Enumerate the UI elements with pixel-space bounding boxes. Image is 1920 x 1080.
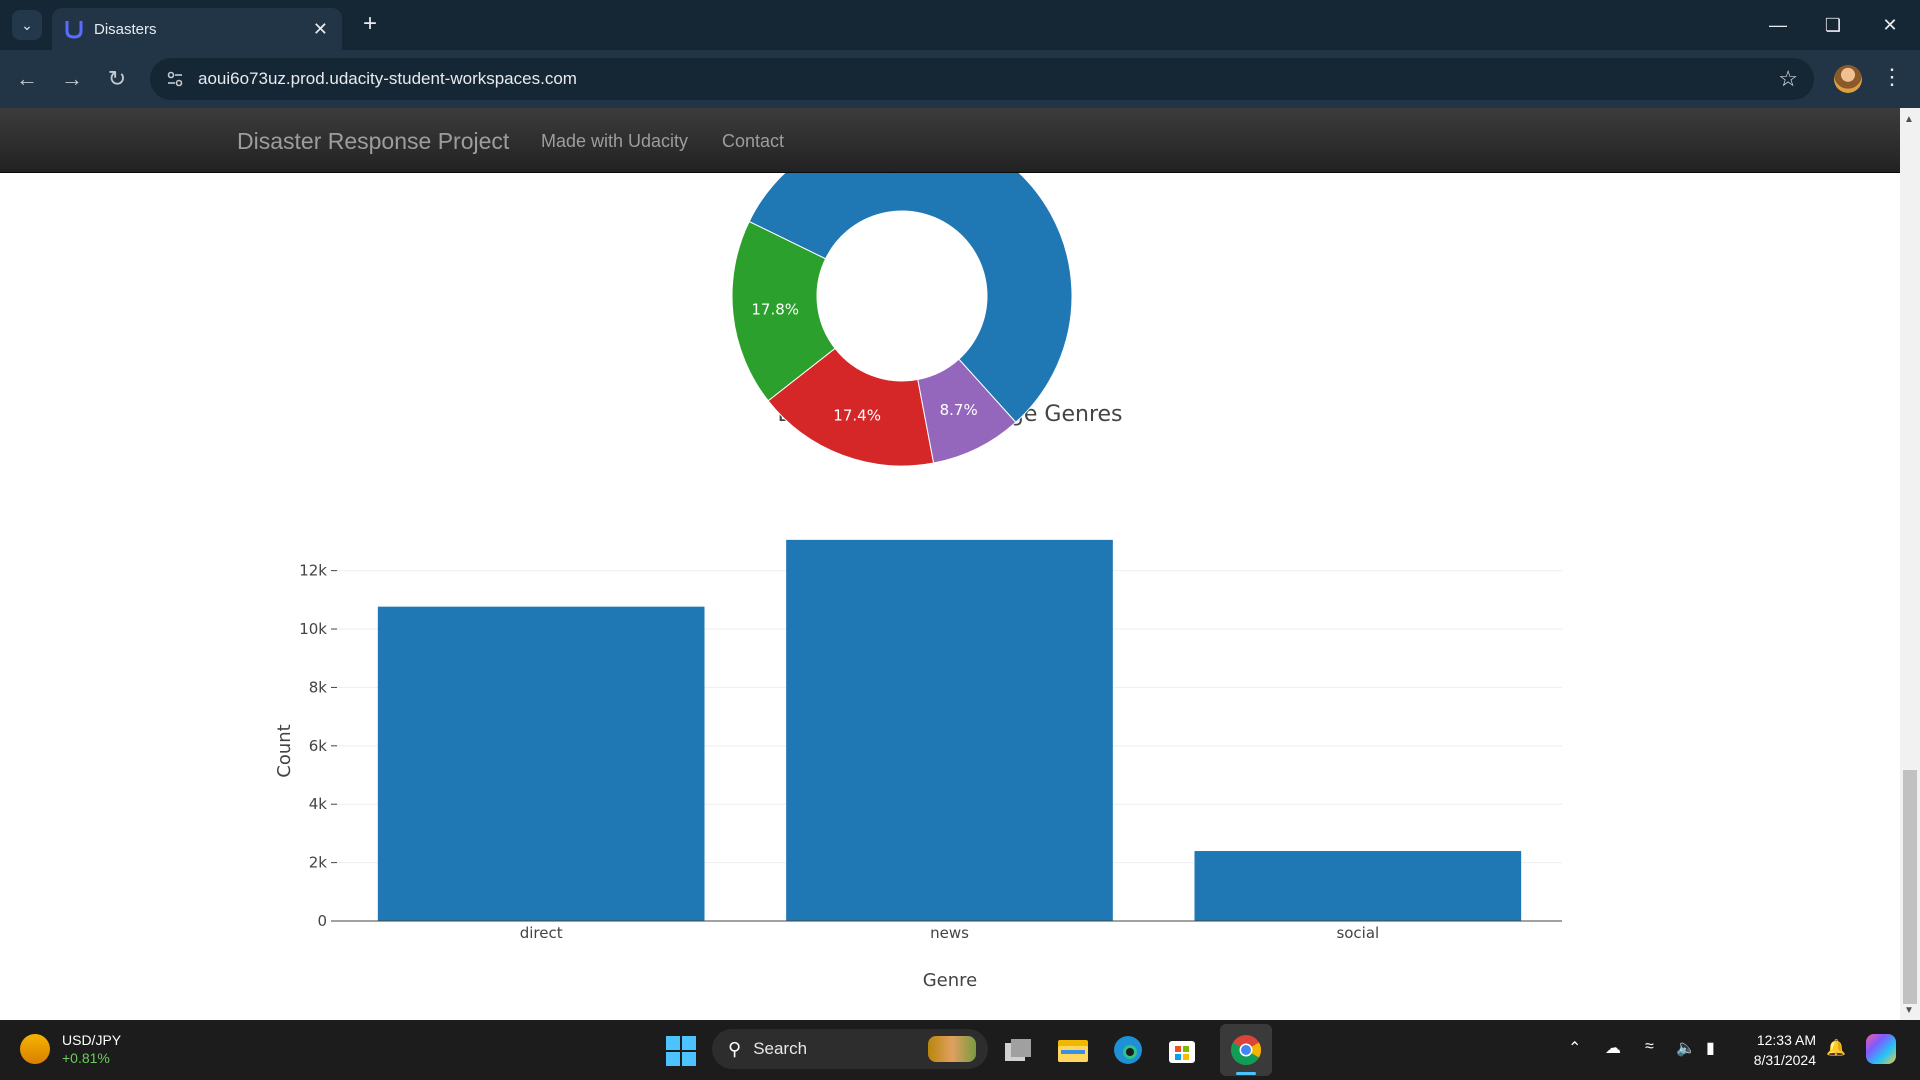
nav-link-contact[interactable]: Contact <box>722 131 784 152</box>
battery-icon[interactable]: ▮ <box>1706 1038 1715 1058</box>
search-label: Search <box>753 1039 808 1058</box>
microsoft-store-icon[interactable] <box>1164 1032 1200 1068</box>
browser-toolbar: ← → ↻ aoui6o73uz.prod.udacity-student-wo… <box>0 50 1920 108</box>
volume-icon[interactable]: 🔈 <box>1676 1038 1696 1058</box>
donut-slice-label: 17.8% <box>751 300 799 318</box>
category-donut-chart: 17.8% 17.4% 8.7% <box>731 172 1073 467</box>
y-tick-label: 8k <box>309 678 328 696</box>
y-tick-label: 0 <box>317 912 327 930</box>
more-vert-icon[interactable]: ⋮ <box>1880 64 1904 90</box>
y-tick-label: 4k <box>309 795 328 813</box>
chevron-up-icon[interactable]: ⌃ <box>1568 1038 1581 1058</box>
weather-widget[interactable]: USD/JPY +0.81% <box>20 1032 121 1066</box>
reload-icon[interactable]: ↻ <box>102 64 132 94</box>
arrow-left-icon[interactable]: ← <box>12 64 42 94</box>
address-bar[interactable]: aoui6o73uz.prod.udacity-student-workspac… <box>150 58 1814 100</box>
restore-icon[interactable]: ❏ <box>1813 10 1853 40</box>
arrow-right-icon[interactable]: → <box>57 64 87 94</box>
windows-taskbar: USD/JPY +0.81% ⚲ Search ⌃ ☁ ≈ 🔈 ▮ 12:33 … <box>0 1020 1920 1080</box>
tab-list-button[interactable]: ⌄ <box>12 10 42 40</box>
bar-social <box>1194 851 1522 921</box>
chevron-down-icon: ⌄ <box>21 16 33 33</box>
file-explorer-icon[interactable] <box>1055 1032 1091 1068</box>
clock-time: 12:33 AM <box>1756 1032 1816 1048</box>
udacity-favicon-icon <box>65 21 83 39</box>
page-viewport: Distribution of Message Genres02k4k6k8k1… <box>0 108 1900 1020</box>
edge-browser-icon[interactable] <box>1110 1032 1146 1068</box>
x-tick-label: news <box>930 924 969 942</box>
copilot-icon[interactable] <box>1866 1034 1896 1064</box>
plus-icon[interactable]: + <box>355 10 385 38</box>
windows-start-icon[interactable] <box>666 1036 696 1066</box>
minimize-icon[interactable]: — <box>1758 10 1798 40</box>
x-tick-label: direct <box>520 924 563 942</box>
y-axis-title: Count <box>274 724 295 777</box>
page-scrollbar[interactable]: ▲ ▼ <box>1900 108 1920 1020</box>
close-icon[interactable]: ✕ <box>313 19 328 40</box>
x-axis-title: Genre <box>923 970 978 991</box>
scroll-up-icon[interactable]: ▲ <box>1904 114 1914 125</box>
scroll-down-icon[interactable]: ▼ <box>1904 1005 1914 1016</box>
url-text: aoui6o73uz.prod.udacity-student-workspac… <box>198 69 577 88</box>
chrome-icon[interactable] <box>1228 1032 1264 1068</box>
y-tick-label: 10k <box>299 620 327 638</box>
bar-news <box>786 539 1113 921</box>
y-tick-label: 2k <box>309 854 328 872</box>
navbar-brand[interactable]: Disaster Response Project <box>237 128 509 155</box>
star-icon[interactable]: ☆ <box>1778 66 1798 92</box>
site-settings-icon[interactable] <box>164 68 186 90</box>
taskbar-search[interactable]: ⚲ Search <box>712 1029 988 1069</box>
taskbar-clock[interactable]: 12:33 AM 8/31/2024 <box>1740 1030 1816 1070</box>
donut-slice-label: 8.7% <box>940 401 978 419</box>
profile-avatar[interactable] <box>1834 65 1862 93</box>
site-navbar: Disaster Response Project Made with Udac… <box>0 108 1900 173</box>
window-close-icon[interactable]: ✕ <box>1870 10 1910 40</box>
notification-bell-icon[interactable]: 🔔 <box>1826 1038 1846 1058</box>
clock-date: 8/31/2024 <box>1753 1052 1816 1068</box>
active-app-indicator <box>1236 1072 1256 1075</box>
wifi-icon[interactable]: ≈ <box>1645 1038 1654 1056</box>
bar-direct <box>377 606 705 921</box>
y-tick-label: 6k <box>309 737 328 755</box>
scrollbar-thumb[interactable] <box>1903 770 1917 1004</box>
donut-slice-label: 17.4% <box>833 406 881 424</box>
task-view-icon[interactable] <box>1000 1032 1036 1068</box>
widget-change: +0.81% <box>62 1050 110 1066</box>
x-tick-label: social <box>1336 924 1379 942</box>
onedrive-icon[interactable]: ☁ <box>1605 1038 1621 1058</box>
coins-icon <box>20 1034 50 1064</box>
search-icon: ⚲ <box>728 1038 742 1059</box>
widget-symbol: USD/JPY <box>62 1032 122 1048</box>
tab-title: Disasters <box>94 20 157 38</box>
browser-tab[interactable]: Disasters ✕ <box>52 8 342 50</box>
search-highlight-icon <box>928 1036 976 1062</box>
nav-link-made-with-udacity[interactable]: Made with Udacity <box>541 131 688 152</box>
y-tick-label: 12k <box>299 562 327 580</box>
browser-tab-bar: ⌄ Disasters ✕ + — ❏ ✕ <box>0 0 1920 50</box>
